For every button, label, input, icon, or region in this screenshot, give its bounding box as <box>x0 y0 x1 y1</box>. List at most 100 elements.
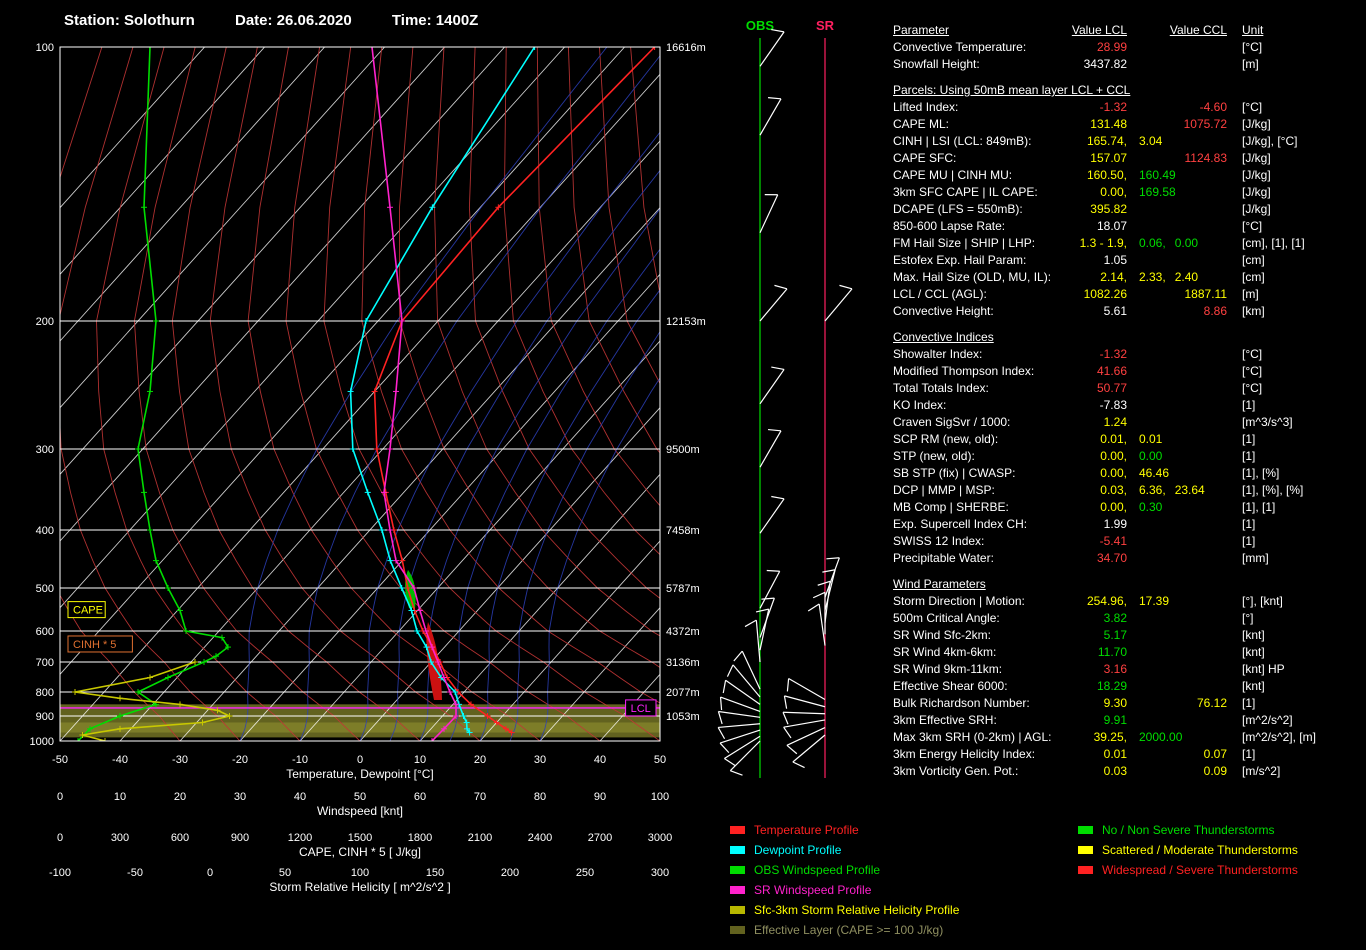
param-label: Convective Height: <box>893 304 994 318</box>
sr-wind-column-label: SR <box>816 18 835 33</box>
axis-tick-label: 0 <box>57 791 63 803</box>
unit-label: [m^2/s^2], [m] <box>1242 730 1316 744</box>
svg-text:LCL: LCL <box>631 703 651 715</box>
value-ccl: 0.00 <box>1139 449 1163 463</box>
value-lcl: 3.82 <box>1103 611 1127 625</box>
legend-label: No / Non Severe Thunderstorms <box>1102 823 1275 837</box>
value-lcl: -7.83 <box>1099 398 1127 412</box>
dry-adiabat-line <box>786 47 890 741</box>
param-label: SWISS 12 Index: <box>893 534 985 548</box>
dry-adiabat-line <box>209 47 481 741</box>
unit-label: [knt] HP <box>1242 662 1285 676</box>
wind-barb <box>718 723 761 729</box>
legend-label: SR Windspeed Profile <box>754 883 872 897</box>
param-label: Bulk Richardson Number: <box>893 696 1030 710</box>
app-window: Station: Solothurn Date: 26.06.2020 Time… <box>0 0 1366 950</box>
table-row: Convective Height: 5.61 8.86 [km] <box>893 303 1363 320</box>
table-row: SR Wind 9km-11km: 3.16 [knt] HP <box>893 661 1363 678</box>
axis-tick-label: 1200 <box>288 832 312 844</box>
wind-barb <box>784 695 826 708</box>
table-row: Modified Thompson Index: 41.66 [°C] <box>893 363 1363 380</box>
legend-item: Sfc-3km Storm Relative Helicity Profile <box>730 900 959 920</box>
unit-label: [°C] <box>1242 381 1263 395</box>
param-label: Estofex Exp. Hail Param: <box>893 253 1027 267</box>
legend-item: Scattered / Moderate Thunderstorms <box>1078 840 1298 860</box>
param-label: CAPE MU | CINH MU: <box>893 168 1013 182</box>
table-row: Max. Hail Size (OLD, MU, IL): 2.14, 2.33, 2… <box>893 269 1363 286</box>
value-lcl: 0.00, <box>1100 466 1127 480</box>
value-lcl: 0.03, <box>1100 483 1127 497</box>
unit-label: [1] <box>1242 696 1256 710</box>
axis-tick-label: 100 <box>651 791 669 803</box>
legend-swatch <box>730 906 745 914</box>
unit-label: [cm], [1], [1] <box>1242 236 1305 250</box>
col-unit: Unit <box>1242 23 1264 37</box>
wind-barb <box>719 729 761 744</box>
axis-tick-label: 60 <box>414 791 426 803</box>
axis-tick-label: 20 <box>474 754 486 766</box>
axis-tick-label: 1500 <box>348 832 372 844</box>
table-row: Total Totals Index: 50.77 [°C] <box>893 380 1363 397</box>
axis-title: Temperature, Dewpoint [°C] <box>286 767 434 781</box>
param-label: DCAPE (LFS = 550mB): <box>893 202 1023 216</box>
value-lcl: 2.14, <box>1100 270 1127 284</box>
unit-label: [cm] <box>1242 253 1265 267</box>
param-label: SR Wind 9km-11km: <box>893 662 1003 676</box>
table-row: DCAPE (LFS = 550mB): 395.82 [J/kg] <box>893 201 1363 218</box>
value-ccl: 2000.00 <box>1139 730 1183 744</box>
moist-adiabat-line <box>539 377 660 741</box>
pressure-tick-label: 100 <box>36 42 54 54</box>
pressure-tick-label: 800 <box>36 687 54 699</box>
dry-adiabat-line <box>567 47 660 454</box>
axis-tick-label: 2700 <box>588 832 612 844</box>
unit-label: [1], [%] <box>1242 466 1280 480</box>
legend-item: SR Windspeed Profile <box>730 880 959 900</box>
value-ccl: 0.07 <box>1203 747 1227 761</box>
legend-swatch <box>730 926 745 934</box>
table-row: Effective Shear 6000: 18.29 [knt] <box>893 678 1363 695</box>
axis-tick-label: 300 <box>651 867 669 879</box>
legend-label: Sfc-3km Storm Relative Helicity Profile <box>754 903 960 917</box>
table-row: SCP RM (new, old): 0.01, 0.01 [1] <box>893 431 1363 448</box>
unit-label: [knt] <box>1242 679 1265 693</box>
unit-label: [°C] <box>1242 364 1263 378</box>
value-lcl: -1.32 <box>1099 347 1127 361</box>
section-title: Convective Indices <box>893 330 994 344</box>
value-lcl: 34.70 <box>1096 551 1127 565</box>
unit-label: [°C] <box>1242 347 1263 361</box>
axis-tick-label: 2400 <box>528 832 552 844</box>
value-lcl: 0.00, <box>1100 449 1127 463</box>
param-label: Exp. Supercell Index CH: <box>893 517 1028 531</box>
param-label: CAPE ML: <box>893 117 950 131</box>
unit-label: [J/kg], [°C] <box>1242 134 1298 148</box>
table-row: Convective Temperature: 28.99 [°C] <box>893 39 1363 56</box>
dry-adiabat-line <box>755 47 890 741</box>
skewt-diagram: CAPECINH * 5LCL1002003004005006007008009… <box>30 18 890 894</box>
unit-label: [mm] <box>1242 551 1269 565</box>
table-row: SR Wind Sfc-2km: 5.17 [knt] <box>893 627 1363 644</box>
param-label: CINH | LSI (LCL: 849mB): <box>893 134 1032 148</box>
axis-tick-label: 150 <box>426 867 444 879</box>
wind-barb <box>783 711 826 715</box>
value-lcl: 1.3 - 1.9, <box>1079 236 1127 250</box>
wind-barb <box>788 677 826 701</box>
unit-label: [°], [knt] <box>1242 594 1283 608</box>
value-lcl: 157.07 <box>1090 151 1127 165</box>
value-ccl: 160.49 <box>1139 168 1176 182</box>
unit-label: [m^3/s^3] <box>1242 415 1293 429</box>
axis-tick-label: 50 <box>279 867 291 879</box>
param-label: SB STP (fix) | CWASP: <box>893 466 1016 480</box>
value-lcl: 395.82 <box>1090 202 1127 216</box>
value-ccl: 0.06, <box>1139 236 1166 250</box>
value-lcl: 0.00, <box>1100 185 1127 199</box>
axis-tick-label: 0 <box>357 754 363 766</box>
wind-barb <box>759 98 782 136</box>
table-row: CINH | LSI (LCL: 849mB): 165.74, 3.04 [J/kg… <box>893 133 1363 150</box>
wind-barb <box>759 369 785 405</box>
wind-barb <box>741 650 761 690</box>
unit-label: [1] <box>1242 517 1256 531</box>
axis-tick-label: 80 <box>534 791 546 803</box>
table-row: Lifted Index: -1.32 -4.60 [°C] <box>893 99 1363 116</box>
param-label: SCP RM (new, old): <box>893 432 999 446</box>
value-lcl: 3437.82 <box>1083 57 1127 71</box>
